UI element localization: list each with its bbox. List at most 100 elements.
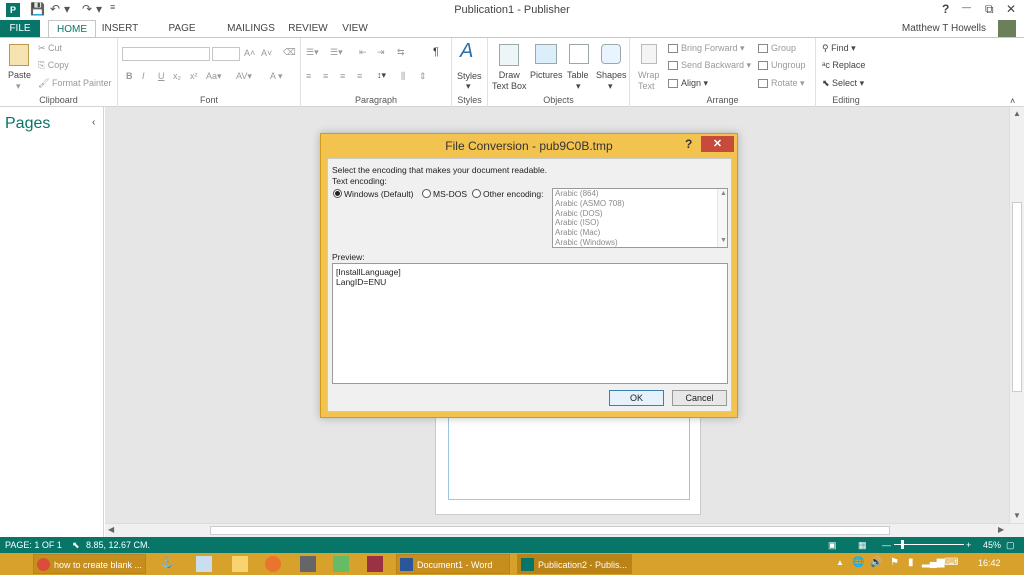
show-hidden-icons-icon[interactable]: ▲ [836, 558, 844, 567]
notification-icon[interactable]: ⚑ [890, 557, 899, 568]
group-button[interactable]: Group [758, 43, 796, 54]
tab-view[interactable]: VIEW [338, 20, 372, 38]
table-dropdown-icon[interactable]: ▾ [576, 81, 581, 92]
list-scroll-down-icon[interactable]: ▼ [720, 237, 727, 244]
shapes-icon[interactable] [601, 44, 621, 64]
draw-text-box-button[interactable]: Draw Text Box [492, 70, 527, 92]
font-color-icon[interactable]: A ▾ [270, 71, 283, 82]
list-item[interactable]: Arabic (Windows) [553, 238, 727, 248]
dialog-help-button[interactable]: ? [685, 137, 692, 151]
tab-page-design[interactable]: PAGE DESIGN [148, 20, 216, 52]
send-backward-button[interactable]: Send Backward ▾ [668, 60, 751, 71]
collapse-ribbon-icon[interactable]: ˄ [1010, 96, 1015, 106]
text-box-icon[interactable] [499, 44, 519, 66]
scroll-right-icon[interactable]: ▶ [998, 525, 1004, 534]
zoom-out-icon[interactable]: — [882, 540, 891, 550]
format-painter-button[interactable]: 🖌 Format Painter [38, 78, 111, 89]
paste-dropdown-icon[interactable]: ▾ [16, 81, 21, 92]
copy-button[interactable]: ⎘ Copy [38, 60, 69, 71]
table-button[interactable]: Table [567, 70, 589, 80]
taskbar-item-chrome[interactable]: how to create blank ... [33, 554, 146, 574]
align-left-icon[interactable]: ≡ [306, 71, 311, 81]
paste-icon[interactable] [9, 44, 29, 66]
list-item[interactable]: Arabic (Mac) [553, 228, 727, 238]
volume-icon[interactable]: 🔊 [870, 557, 882, 568]
wrap-text-icon[interactable] [641, 44, 657, 64]
italic-icon[interactable]: I [142, 71, 145, 81]
wifi-signal-icon[interactable]: ▂▄▆ [922, 557, 944, 568]
close-button[interactable]: ✕ [1006, 2, 1016, 16]
scroll-down-icon[interactable]: ▼ [1013, 511, 1021, 520]
single-page-view-icon[interactable]: ▣ [828, 540, 837, 551]
ungroup-button[interactable]: Ungroup [758, 60, 806, 71]
zoom-in-icon[interactable]: + [966, 540, 971, 550]
clear-formatting-icon[interactable]: ⌫ [283, 47, 296, 58]
styles-dropdown-icon[interactable]: ▾ [466, 81, 471, 92]
explorer-icon[interactable] [196, 556, 212, 572]
list-item[interactable]: Arabic (864) [553, 189, 727, 199]
fit-page-icon[interactable]: ▢ [1006, 540, 1015, 551]
scroll-up-icon[interactable]: ▲ [1013, 109, 1021, 118]
paste-button[interactable]: Paste [8, 70, 31, 80]
zoom-slider-handle[interactable] [901, 540, 904, 549]
rotate-button[interactable]: Rotate ▾ [758, 78, 805, 89]
character-spacing-icon[interactable]: AV▾ [236, 71, 252, 82]
scroll-left-icon[interactable]: ◀ [108, 525, 114, 534]
tab-home[interactable]: HOME [48, 20, 96, 38]
decrease-indent-icon[interactable]: ⇤ [359, 47, 367, 58]
justify-icon[interactable]: ≡ [357, 71, 362, 81]
wrap-text-button[interactable]: Wrap Text [638, 70, 659, 92]
line-spacing-icon[interactable]: ↕▾ [377, 70, 386, 81]
tab-mailings[interactable]: MAILINGS [224, 20, 278, 38]
select-button[interactable]: ⬉ Select ▾ [822, 78, 864, 89]
app-icon-3[interactable] [367, 556, 383, 572]
list-item[interactable]: Arabic (ASMO 708) [553, 199, 727, 209]
help-button[interactable]: ? [942, 2, 949, 16]
restore-button[interactable]: ⧉ [985, 2, 994, 17]
radio-windows-default[interactable] [333, 189, 342, 198]
radio-other-encoding[interactable] [472, 189, 481, 198]
bring-forward-button[interactable]: Bring Forward ▾ [668, 43, 745, 54]
font-size-combo[interactable] [212, 47, 240, 61]
tab-file[interactable]: FILE [0, 20, 40, 38]
subscript-icon[interactable]: x₂ [173, 71, 181, 81]
minimize-button[interactable]: — [962, 2, 971, 12]
encoding-list[interactable]: Arabic (864) Arabic (ASMO 708) Arabic (D… [552, 188, 728, 248]
replace-button[interactable]: ᵃc Replace [822, 60, 865, 70]
avatar[interactable] [998, 20, 1016, 38]
bullets-icon[interactable]: ☰▾ [306, 47, 319, 58]
align-button[interactable]: Align ▾ [668, 78, 708, 89]
pictures-button[interactable]: Pictures [530, 70, 563, 80]
vertical-scroll-thumb[interactable] [1012, 202, 1022, 392]
table-icon[interactable] [569, 44, 589, 64]
numbering-icon[interactable]: ☰▾ [330, 47, 343, 58]
shrink-font-icon[interactable]: A˅ [261, 48, 272, 58]
app-icon-2[interactable] [333, 556, 349, 572]
page-indicator[interactable]: PAGE: 1 OF 1 [5, 540, 62, 550]
list-item[interactable]: Arabic (ISO) [553, 218, 727, 228]
battery-icon[interactable]: ▮ [908, 557, 914, 568]
styles-button[interactable]: Styles [457, 71, 482, 81]
taskbar-item-publisher[interactable]: Publication2 - Publis... [517, 554, 632, 574]
paragraph-direction-icon[interactable]: ⇆ [397, 47, 405, 58]
bold-icon[interactable]: B [126, 71, 133, 81]
collapse-pane-icon[interactable]: ‹ [92, 117, 95, 128]
publication-page[interactable] [435, 407, 701, 515]
shapes-dropdown-icon[interactable]: ▾ [608, 81, 613, 92]
ok-button[interactable]: OK [609, 390, 664, 406]
radio-ms-dos[interactable] [422, 189, 431, 198]
keyboard-icon[interactable]: ⌨ [944, 557, 958, 568]
other-encoding-label[interactable]: Other encoding: [483, 189, 543, 199]
list-scroll-up-icon[interactable]: ▲ [720, 190, 727, 197]
user-name[interactable]: Matthew T Howells [902, 23, 986, 34]
font-name-combo[interactable] [122, 47, 210, 61]
show-marks-icon[interactable]: ¶ [433, 46, 439, 58]
underline-icon[interactable]: U [158, 71, 165, 81]
cut-button[interactable]: ✂ Cut [38, 43, 62, 54]
two-page-view-icon[interactable]: ▦ [858, 540, 867, 551]
preview-box[interactable]: [InstallLanguage] LangID=ENU [332, 263, 728, 384]
columns-icon[interactable]: ⫼ [401, 71, 405, 82]
file-manager-icon[interactable] [232, 556, 248, 572]
pictures-icon[interactable] [535, 44, 557, 64]
grow-font-icon[interactable]: A˄ [244, 48, 255, 58]
